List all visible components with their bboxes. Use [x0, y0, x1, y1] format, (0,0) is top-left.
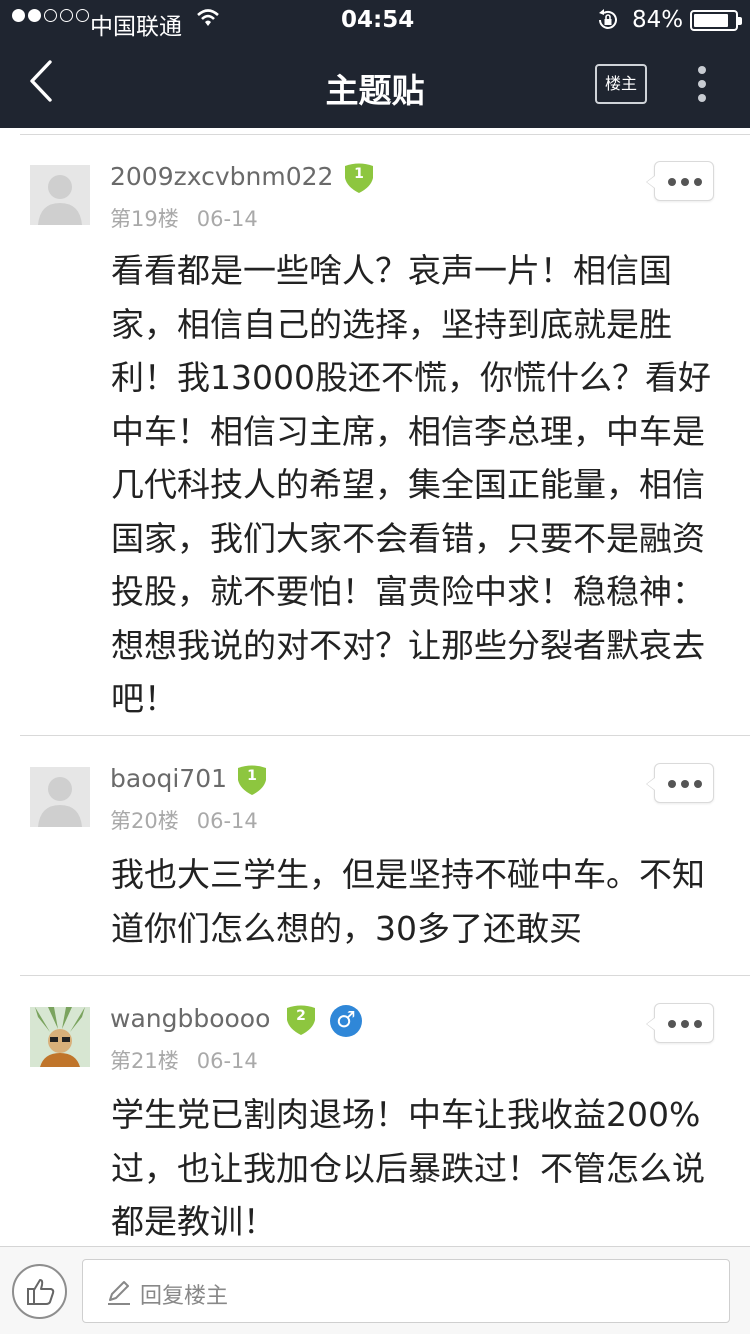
pencil-icon [108, 1281, 130, 1305]
signal-strength-icon [12, 9, 89, 22]
reply-placeholder: 回复楼主 [140, 1284, 229, 1309]
level-badge: 2 [285, 1005, 317, 1035]
custom-avatar-image [30, 1007, 90, 1067]
post-date: 06-14 [196, 809, 258, 833]
level-badge: 1 [343, 163, 375, 193]
avatar[interactable] [30, 165, 90, 225]
post-meta: 第21楼 06-14 [110, 1045, 258, 1075]
avatar[interactable] [30, 1007, 90, 1067]
status-bar: 中国联通 04:54 84% [0, 0, 750, 40]
more-vertical-icon[interactable] [696, 66, 708, 106]
male-gender-icon: ♂ [330, 1005, 362, 1037]
post-body: 学生党已割肉退场！中车让我收益200%过，也让我加仓以后暴跌过！不管怎么说都是教… [111, 1095, 705, 1241]
battery-icon [690, 10, 742, 31]
post-body: 我也大三学生，但是坚持不碰中车。不知道你们怎么想的，30多了还敢买 [111, 855, 705, 948]
avatar[interactable] [30, 767, 90, 827]
like-button[interactable] [12, 1264, 67, 1319]
floor-number: 第19楼 [110, 207, 179, 231]
reply-input[interactable]: 回复楼主 [82, 1259, 730, 1323]
floor-number: 第21楼 [110, 1049, 179, 1073]
post-body: 看看都是一些啥人？哀声一片！相信国家，相信自己的选择，坚持到底就是胜利！我130… [111, 251, 711, 718]
more-horizontal-icon [655, 162, 715, 202]
post-options-button[interactable] [646, 161, 715, 202]
post-options-button[interactable] [646, 763, 715, 804]
more-horizontal-icon [655, 1004, 715, 1044]
rotation-lock-icon [596, 8, 620, 38]
thumbs-up-icon [27, 1279, 55, 1305]
default-avatar-icon [30, 165, 90, 225]
username[interactable]: baoqi701 [110, 764, 227, 793]
divider [20, 735, 750, 736]
divider [20, 975, 750, 976]
post-date: 06-14 [196, 207, 258, 231]
bottom-bar: 回复楼主 [0, 1246, 750, 1334]
carrier-name: 中国联通 [90, 14, 182, 40]
clock: 04:54 [341, 7, 415, 33]
divider [20, 134, 750, 135]
top-bar: 中国联通 04:54 84% 主题贴 楼主 [0, 0, 750, 128]
default-avatar-icon [30, 767, 90, 827]
post-meta: 第20楼 06-14 [110, 805, 258, 835]
only-owner-button[interactable]: 楼主 [595, 64, 647, 104]
username[interactable]: wangbboooo [110, 1004, 270, 1033]
post-date: 06-14 [196, 1049, 258, 1073]
level-badge: 1 [236, 765, 268, 795]
wifi-icon [196, 8, 220, 34]
username[interactable]: 2009zxcvbnm022 [110, 162, 333, 191]
post-options-button[interactable] [646, 1003, 715, 1044]
post-meta: 第19楼 06-14 [110, 203, 258, 233]
battery-percent: 84% [632, 7, 684, 33]
floor-number: 第20楼 [110, 809, 179, 833]
more-horizontal-icon [655, 764, 715, 804]
